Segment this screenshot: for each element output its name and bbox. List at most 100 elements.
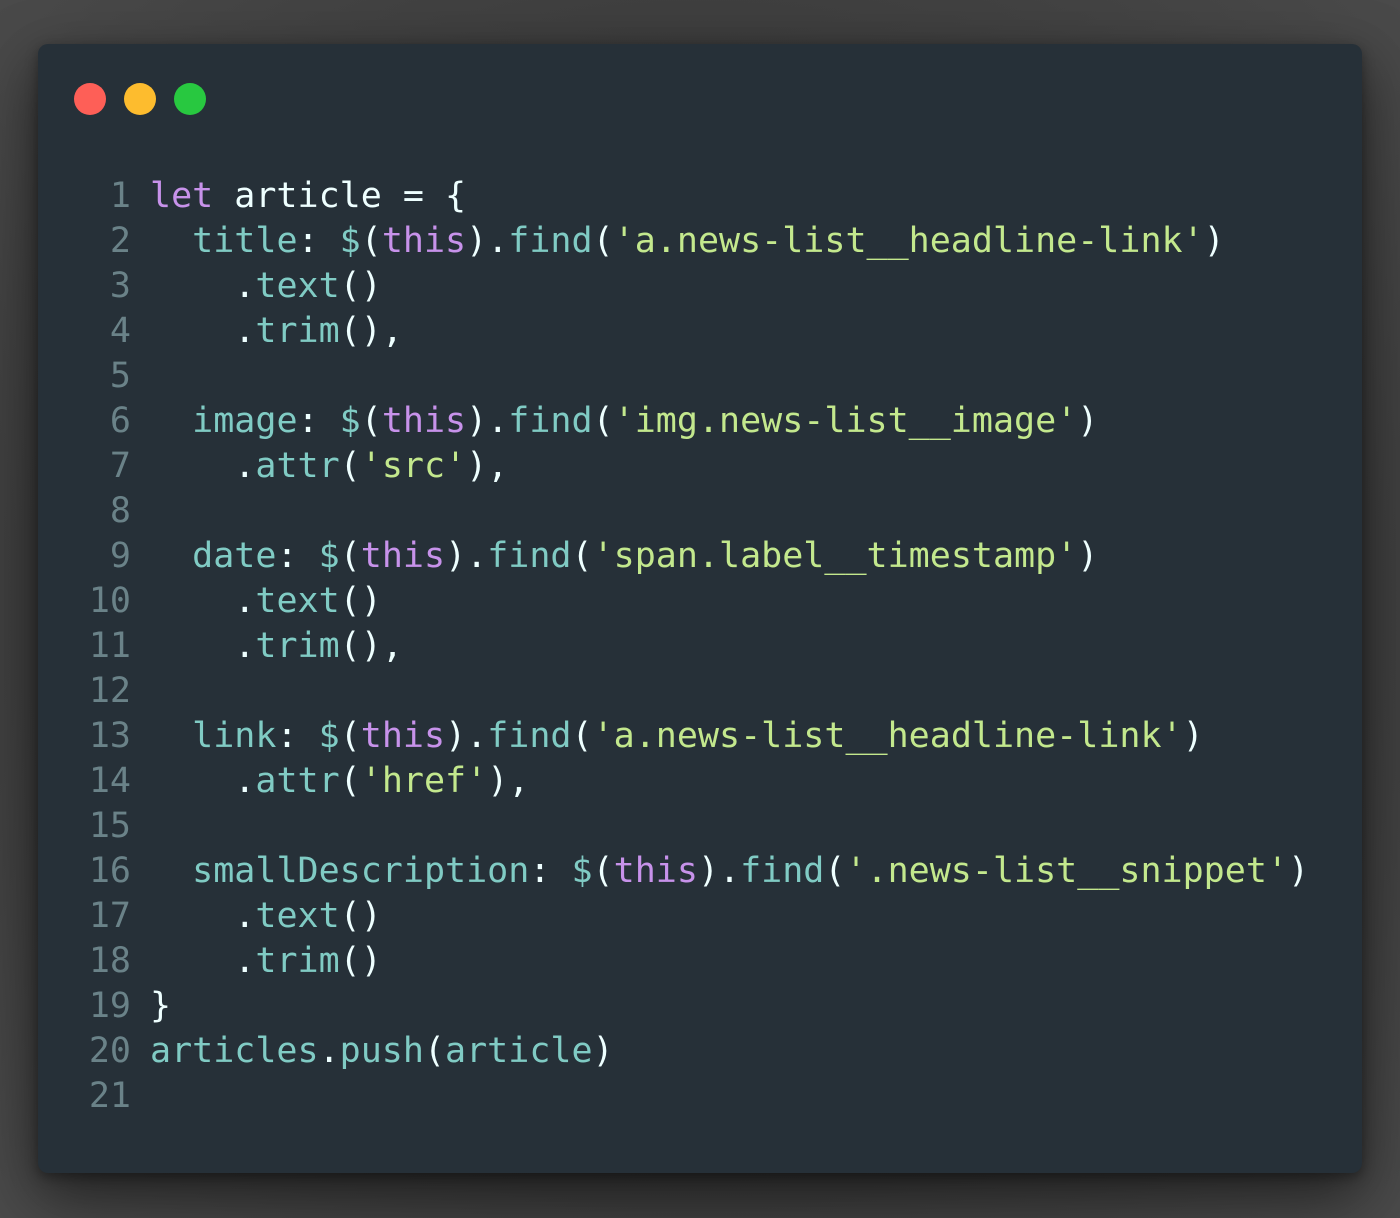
code-line: 7 .attr('src'), [38, 444, 1309, 489]
code-line: 1 let article = { [38, 174, 1309, 219]
code-content: .text() [150, 579, 382, 624]
code-line: 17 .text() [38, 894, 1309, 939]
line-number: 9 [109, 536, 131, 576]
line-number: 4 [109, 311, 131, 351]
code-token: find [487, 716, 572, 756]
code-token: ) [1077, 536, 1099, 576]
code-line: 9 date: $(this).find('span.label__timest… [38, 534, 1309, 579]
code-token: ( [339, 716, 361, 756]
code-token: find [740, 851, 825, 891]
code-token: $ [339, 221, 361, 261]
code-line: 8 [38, 489, 1309, 534]
code-token: attr [255, 761, 340, 801]
code-token: (), [339, 311, 403, 351]
code-line: 5 [38, 354, 1309, 399]
code-token: find [508, 401, 593, 441]
line-number: 3 [109, 266, 131, 306]
code-token: () [339, 581, 382, 621]
code-content: smallDescription: $(this).find('.news-li… [150, 849, 1309, 894]
code-content: link: $(this).find('a.news-list__headlin… [150, 714, 1204, 759]
code-token: text [255, 266, 340, 306]
code-token: ). [466, 221, 509, 261]
code-token: 'src' [360, 446, 467, 486]
line-number: 1 [109, 176, 131, 216]
code-token: $ [339, 401, 361, 441]
line-number: 10 [88, 581, 131, 621]
code-token: ( [592, 221, 614, 261]
code-token: ). [466, 401, 509, 441]
code-token: . [234, 941, 256, 981]
code-token: ( [571, 716, 593, 756]
code-line: 12 [38, 669, 1309, 714]
code-line: 10 .text() [38, 579, 1309, 624]
window-controls [74, 83, 206, 115]
code-token: ( [360, 401, 382, 441]
code-token: : [529, 851, 572, 891]
code-line: 3 .text() [38, 264, 1309, 309]
line-number: 2 [109, 221, 131, 261]
code-token: ). [445, 716, 488, 756]
code-content: .text() [150, 264, 382, 309]
code-line: 14 .attr('href'), [38, 759, 1309, 804]
code-token: : [276, 536, 319, 576]
close-button[interactable] [74, 83, 106, 115]
code-token: ), [466, 446, 509, 486]
code-token: this [360, 536, 446, 576]
line-number: 14 [88, 761, 131, 801]
line-number: 19 [88, 986, 131, 1026]
code-content: .attr('href'), [150, 759, 529, 804]
code-token: 'a.news-list__headline-link' [613, 221, 1204, 261]
code-editor[interactable]: 1 let article = {2 title: $(this).find('a… [38, 174, 1309, 1119]
minimize-button[interactable] [124, 83, 156, 115]
code-line: 20 articles.push(article) [38, 1029, 1309, 1074]
code-content: .trim() [150, 939, 382, 984]
code-token: image [192, 401, 298, 441]
code-token: 'img.news-list__image' [613, 401, 1078, 441]
code-token: article [213, 176, 403, 216]
code-line: 19} [38, 984, 1309, 1029]
code-content: date: $(this).find('span.label__timestam… [150, 534, 1098, 579]
code-token: () [339, 266, 382, 306]
code-token: ) [1077, 401, 1099, 441]
code-content: .trim(), [150, 624, 403, 669]
code-token: ( [339, 761, 361, 801]
code-token: articles [150, 1031, 319, 1071]
code-token: 'span.label__timestamp' [592, 536, 1078, 576]
code-content: articles.push(article) [150, 1029, 614, 1074]
code-token: ) [1203, 221, 1225, 261]
code-token: (), [339, 626, 403, 666]
code-token: $ [318, 536, 340, 576]
code-content: .attr('src'), [150, 444, 508, 489]
code-token: . [234, 266, 256, 306]
line-number: 17 [88, 896, 131, 936]
code-token: this [360, 716, 446, 756]
code-token: $ [571, 851, 593, 891]
code-token: date [192, 536, 277, 576]
code-token: this [613, 851, 698, 891]
code-line: 11 .trim(), [38, 624, 1309, 669]
code-token: . [234, 311, 256, 351]
code-content: title: $(this).find('a.news-list__headli… [150, 219, 1225, 264]
code-token: . [318, 1031, 340, 1071]
line-number: 16 [88, 851, 131, 891]
code-token: : [297, 221, 340, 261]
code-token: () [339, 896, 382, 936]
code-token: . [234, 581, 256, 621]
code-token: trim [255, 941, 340, 981]
line-number: 21 [88, 1076, 131, 1116]
line-number: 7 [109, 446, 131, 486]
code-line: 6 image: $(this).find('img.news-list__im… [38, 399, 1309, 444]
code-token: ( [592, 851, 614, 891]
line-number: 8 [109, 491, 131, 531]
code-token: . [234, 896, 256, 936]
zoom-button[interactable] [174, 83, 206, 115]
line-number: 5 [109, 356, 131, 396]
